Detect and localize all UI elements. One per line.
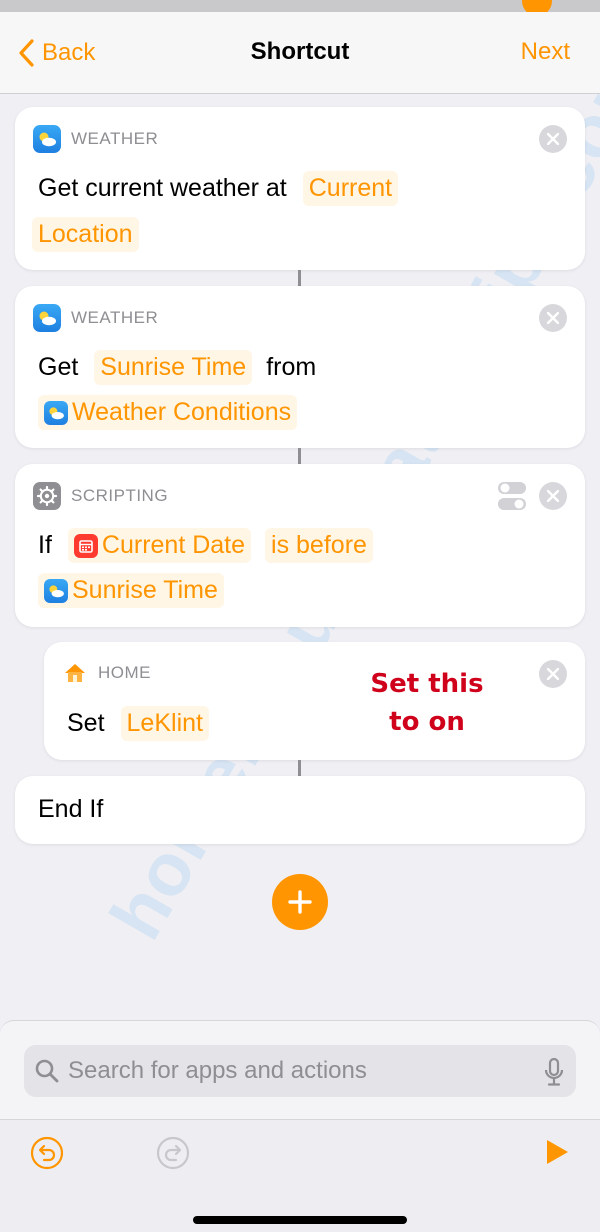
action-card-get-weather[interactable]: WEATHER Get current weather at Current L… bbox=[15, 107, 585, 270]
location-token[interactable]: Current bbox=[302, 171, 399, 206]
weather-icon bbox=[33, 125, 61, 153]
flow-connector bbox=[298, 760, 301, 776]
gear-icon bbox=[33, 482, 61, 510]
token-label: Weather Conditions bbox=[72, 398, 292, 426]
weather-icon bbox=[44, 400, 68, 425]
sunrise-time-token[interactable]: Sunrise Time bbox=[38, 573, 224, 608]
flow-connector bbox=[298, 270, 301, 286]
flow-connector bbox=[298, 448, 301, 464]
editor-toolbar bbox=[0, 1119, 600, 1232]
next-button[interactable]: Next bbox=[521, 38, 570, 66]
microphone-icon[interactable] bbox=[544, 1057, 564, 1087]
token-label: Current Date bbox=[101, 531, 246, 559]
action-card-if[interactable]: SCRIPTING If Current Date is before Sunr… bbox=[15, 464, 585, 627]
home-icon bbox=[62, 660, 88, 686]
action-line: Location bbox=[32, 217, 153, 252]
navigation-bar: Back Shortcut Next bbox=[0, 12, 600, 94]
calendar-icon bbox=[73, 533, 98, 558]
action-text: If bbox=[38, 531, 52, 559]
action-text: Set bbox=[67, 709, 105, 737]
add-action-button[interactable] bbox=[272, 874, 328, 930]
search-bar[interactable] bbox=[24, 1045, 576, 1097]
action-line: End If bbox=[38, 795, 103, 824]
action-card-end-if[interactable]: End If bbox=[15, 776, 585, 844]
close-icon bbox=[547, 312, 559, 324]
annotation-line: to on bbox=[389, 707, 465, 737]
plus-icon bbox=[288, 890, 312, 914]
current-date-token[interactable]: Current Date bbox=[67, 528, 252, 563]
action-line: If Current Date is before bbox=[38, 528, 387, 563]
action-line: Weather Conditions bbox=[38, 395, 311, 430]
undo-icon[interactable] bbox=[30, 1136, 64, 1170]
action-category-label: HOME bbox=[98, 663, 151, 682]
red-annotation: Set this to on bbox=[362, 665, 492, 741]
location-token-continued[interactable]: Location bbox=[32, 217, 139, 252]
sunrise-time-token[interactable]: Sunrise Time bbox=[94, 350, 253, 385]
action-category-label: SCRIPTING bbox=[71, 486, 169, 505]
device-token[interactable]: LeKlint bbox=[120, 706, 209, 741]
redo-icon[interactable] bbox=[156, 1136, 190, 1170]
card-header: HOME bbox=[62, 660, 151, 686]
action-category-label: WEATHER bbox=[71, 308, 159, 327]
action-text: Get current weather at bbox=[38, 174, 287, 202]
action-text: Get bbox=[38, 353, 79, 381]
action-card-get-detail[interactable]: WEATHER Get Sunrise Time from Weather Co… bbox=[15, 286, 585, 448]
search-input[interactable] bbox=[68, 1057, 528, 1085]
action-line: Get Sunrise Time from bbox=[38, 350, 332, 385]
play-icon[interactable] bbox=[544, 1138, 570, 1166]
card-header: WEATHER bbox=[33, 304, 158, 332]
annotation-line: Set this bbox=[370, 669, 484, 699]
close-icon bbox=[547, 133, 559, 145]
search-icon bbox=[35, 1059, 59, 1083]
remove-action-button[interactable] bbox=[539, 482, 567, 510]
remove-action-button[interactable] bbox=[539, 125, 567, 153]
token-label: Sunrise Time bbox=[72, 576, 218, 604]
page-title: Shortcut bbox=[250, 38, 350, 65]
status-bar-strip bbox=[0, 0, 600, 12]
action-line: Set LeKlint bbox=[67, 706, 223, 741]
action-line: Sunrise Time bbox=[38, 573, 238, 608]
remove-action-button[interactable] bbox=[539, 660, 567, 688]
close-icon bbox=[547, 490, 559, 502]
home-indicator bbox=[193, 1216, 407, 1224]
end-if-label: End If bbox=[38, 795, 104, 823]
card-header: WEATHER bbox=[33, 125, 158, 153]
action-text: from bbox=[266, 353, 317, 381]
action-card-set-home[interactable]: HOME Set LeKlint bbox=[44, 642, 585, 760]
weather-icon bbox=[44, 578, 68, 603]
toggle-icon[interactable] bbox=[497, 480, 527, 512]
action-category-label: WEATHER bbox=[71, 129, 159, 148]
action-search-panel bbox=[0, 1020, 600, 1232]
weather-icon bbox=[33, 304, 61, 332]
action-line: Get current weather at Current bbox=[38, 171, 412, 206]
remove-action-button[interactable] bbox=[539, 304, 567, 332]
condition-token[interactable]: is before bbox=[265, 528, 373, 563]
weather-conditions-token[interactable]: Weather Conditions bbox=[38, 395, 298, 430]
close-icon bbox=[547, 668, 559, 680]
card-header: SCRIPTING bbox=[33, 482, 168, 510]
